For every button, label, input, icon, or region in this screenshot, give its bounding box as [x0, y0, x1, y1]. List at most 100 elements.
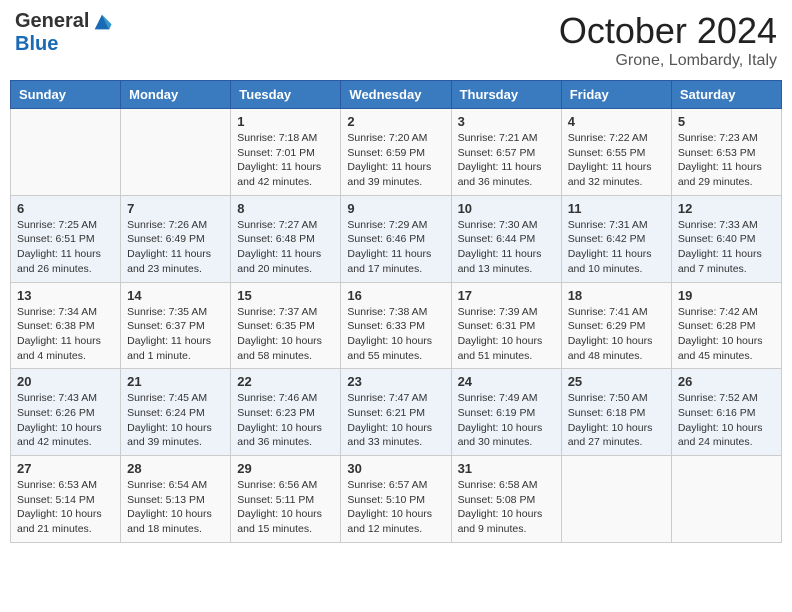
calendar-cell: 28 Sunrise: 6:54 AM Sunset: 5:13 PM Dayli… [121, 456, 231, 543]
day-header-saturday: Saturday [671, 81, 781, 109]
day-number: 28 [127, 461, 224, 476]
calendar-cell: 4Sunrise: 7:22 AM Sunset: 6:55 PM Daylig… [561, 109, 671, 196]
calendar-cell: 12 Sunrise: 7:33 AM Sunset: 6:40 PM Dayli… [671, 195, 781, 282]
calendar-cell: 27 Sunrise: 6:53 AM Sunset: 5:14 PM Dayli… [11, 456, 121, 543]
logo: General Blue [15, 10, 113, 56]
calendar-cell: 21 Sunrise: 7:45 AM Sunset: 6:24 PM Dayli… [121, 369, 231, 456]
day-content: Sunrise: 6:54 AM Sunset: 5:13 PM Dayligh… [127, 478, 224, 537]
day-content: Sunrise: 7:18 AM Sunset: 7:01 PM Dayligh… [237, 131, 334, 190]
calendar-cell [11, 109, 121, 196]
day-content: Sunrise: 6:57 AM Sunset: 5:10 PM Dayligh… [347, 478, 444, 537]
day-header-thursday: Thursday [451, 81, 561, 109]
logo-blue-text: Blue [15, 33, 58, 56]
title-section: October 2024 Grone, Lombardy, Italy [559, 10, 777, 70]
day-number: 30 [347, 461, 444, 476]
day-number: 16 [347, 288, 444, 303]
day-number: 2 [347, 114, 444, 129]
calendar-cell: 5 Sunrise: 7:23 AM Sunset: 6:53 PM Daylig… [671, 109, 781, 196]
page-header: General Blue October 2024 Grone, Lombard… [10, 10, 782, 70]
day-number: 6 [17, 201, 114, 216]
day-content: Sunrise: 7:43 AM Sunset: 6:26 PM Dayligh… [17, 391, 114, 450]
calendar-cell: 8Sunrise: 7:27 AM Sunset: 6:48 PM Daylig… [231, 195, 341, 282]
day-header-sunday: Sunday [11, 81, 121, 109]
calendar-cell: 11 Sunrise: 7:31 AM Sunset: 6:42 PM Dayli… [561, 195, 671, 282]
calendar-cell: 20 Sunrise: 7:43 AM Sunset: 6:26 PM Dayli… [11, 369, 121, 456]
day-number: 31 [458, 461, 555, 476]
day-content: Sunrise: 7:41 AM Sunset: 6:29 PM Dayligh… [568, 305, 665, 364]
day-number: 20 [17, 374, 114, 389]
calendar-cell: 17Sunrise: 7:39 AM Sunset: 6:31 PM Dayli… [451, 282, 561, 369]
day-content: Sunrise: 7:42 AM Sunset: 6:28 PM Dayligh… [678, 305, 775, 364]
day-number: 23 [347, 374, 444, 389]
month-title: October 2024 [559, 10, 777, 52]
week-row-2: 6 Sunrise: 7:25 AM Sunset: 6:51 PM Daylig… [11, 195, 782, 282]
day-content: Sunrise: 7:50 AM Sunset: 6:18 PM Dayligh… [568, 391, 665, 450]
day-number: 29 [237, 461, 334, 476]
day-number: 7 [127, 201, 224, 216]
calendar-cell: 23Sunrise: 7:47 AM Sunset: 6:21 PM Dayli… [341, 369, 451, 456]
calendar-cell: 7Sunrise: 7:26 AM Sunset: 6:49 PM Daylig… [121, 195, 231, 282]
day-content: Sunrise: 7:31 AM Sunset: 6:42 PM Dayligh… [568, 218, 665, 277]
day-number: 18 [568, 288, 665, 303]
calendar-cell: 9 Sunrise: 7:29 AM Sunset: 6:46 PM Daylig… [341, 195, 451, 282]
logo-icon [91, 11, 113, 33]
week-row-4: 20 Sunrise: 7:43 AM Sunset: 6:26 PM Dayli… [11, 369, 782, 456]
calendar-cell [671, 456, 781, 543]
day-header-tuesday: Tuesday [231, 81, 341, 109]
day-content: Sunrise: 7:52 AM Sunset: 6:16 PM Dayligh… [678, 391, 775, 450]
calendar-cell: 16 Sunrise: 7:38 AM Sunset: 6:33 PM Dayli… [341, 282, 451, 369]
day-number: 1 [237, 114, 334, 129]
day-content: Sunrise: 7:23 AM Sunset: 6:53 PM Dayligh… [678, 131, 775, 190]
day-content: Sunrise: 7:29 AM Sunset: 6:46 PM Dayligh… [347, 218, 444, 277]
calendar-cell: 26 Sunrise: 7:52 AM Sunset: 6:16 PM Dayli… [671, 369, 781, 456]
day-number: 12 [678, 201, 775, 216]
day-number: 26 [678, 374, 775, 389]
day-content: Sunrise: 6:58 AM Sunset: 5:08 PM Dayligh… [458, 478, 555, 537]
day-content: Sunrise: 7:21 AM Sunset: 6:57 PM Dayligh… [458, 131, 555, 190]
calendar-cell: 2 Sunrise: 7:20 AM Sunset: 6:59 PM Daylig… [341, 109, 451, 196]
calendar-cell: 30 Sunrise: 6:57 AM Sunset: 5:10 PM Dayli… [341, 456, 451, 543]
location-subtitle: Grone, Lombardy, Italy [559, 52, 777, 70]
week-row-3: 13Sunrise: 7:34 AM Sunset: 6:38 PM Dayli… [11, 282, 782, 369]
day-content: Sunrise: 7:46 AM Sunset: 6:23 PM Dayligh… [237, 391, 334, 450]
calendar-cell: 24Sunrise: 7:49 AM Sunset: 6:19 PM Dayli… [451, 369, 561, 456]
day-content: Sunrise: 7:38 AM Sunset: 6:33 PM Dayligh… [347, 305, 444, 364]
calendar-cell: 15Sunrise: 7:37 AM Sunset: 6:35 PM Dayli… [231, 282, 341, 369]
day-number: 3 [458, 114, 555, 129]
day-content: Sunrise: 7:30 AM Sunset: 6:44 PM Dayligh… [458, 218, 555, 277]
calendar-cell: 13Sunrise: 7:34 AM Sunset: 6:38 PM Dayli… [11, 282, 121, 369]
calendar-cell: 31 Sunrise: 6:58 AM Sunset: 5:08 PM Dayli… [451, 456, 561, 543]
day-content: Sunrise: 7:39 AM Sunset: 6:31 PM Dayligh… [458, 305, 555, 364]
day-content: Sunrise: 6:56 AM Sunset: 5:11 PM Dayligh… [237, 478, 334, 537]
day-number: 10 [458, 201, 555, 216]
calendar-cell: 18 Sunrise: 7:41 AM Sunset: 6:29 PM Dayli… [561, 282, 671, 369]
day-number: 19 [678, 288, 775, 303]
calendar-cell [121, 109, 231, 196]
days-header-row: SundayMondayTuesdayWednesdayThursdayFrid… [11, 81, 782, 109]
day-number: 11 [568, 201, 665, 216]
day-content: Sunrise: 6:53 AM Sunset: 5:14 PM Dayligh… [17, 478, 114, 537]
calendar-cell: 22 Sunrise: 7:46 AM Sunset: 6:23 PM Dayli… [231, 369, 341, 456]
day-number: 15 [237, 288, 334, 303]
day-content: Sunrise: 7:49 AM Sunset: 6:19 PM Dayligh… [458, 391, 555, 450]
day-number: 27 [17, 461, 114, 476]
day-header-monday: Monday [121, 81, 231, 109]
calendar-cell: 14Sunrise: 7:35 AM Sunset: 6:37 PM Dayli… [121, 282, 231, 369]
calendar-cell [561, 456, 671, 543]
day-number: 9 [347, 201, 444, 216]
day-number: 21 [127, 374, 224, 389]
day-content: Sunrise: 7:20 AM Sunset: 6:59 PM Dayligh… [347, 131, 444, 190]
week-row-5: 27 Sunrise: 6:53 AM Sunset: 5:14 PM Dayli… [11, 456, 782, 543]
day-content: Sunrise: 7:35 AM Sunset: 6:37 PM Dayligh… [127, 305, 224, 364]
day-content: Sunrise: 7:25 AM Sunset: 6:51 PM Dayligh… [17, 218, 114, 277]
calendar-cell: 10 Sunrise: 7:30 AM Sunset: 6:44 PM Dayli… [451, 195, 561, 282]
day-number: 25 [568, 374, 665, 389]
day-content: Sunrise: 7:27 AM Sunset: 6:48 PM Dayligh… [237, 218, 334, 277]
calendar-body: 1 Sunrise: 7:18 AM Sunset: 7:01 PM Daylig… [11, 109, 782, 543]
day-number: 22 [237, 374, 334, 389]
day-content: Sunrise: 7:45 AM Sunset: 6:24 PM Dayligh… [127, 391, 224, 450]
day-content: Sunrise: 7:33 AM Sunset: 6:40 PM Dayligh… [678, 218, 775, 277]
day-number: 5 [678, 114, 775, 129]
calendar-cell: 19 Sunrise: 7:42 AM Sunset: 6:28 PM Dayli… [671, 282, 781, 369]
calendar-table: SundayMondayTuesdayWednesdayThursdayFrid… [10, 80, 782, 543]
